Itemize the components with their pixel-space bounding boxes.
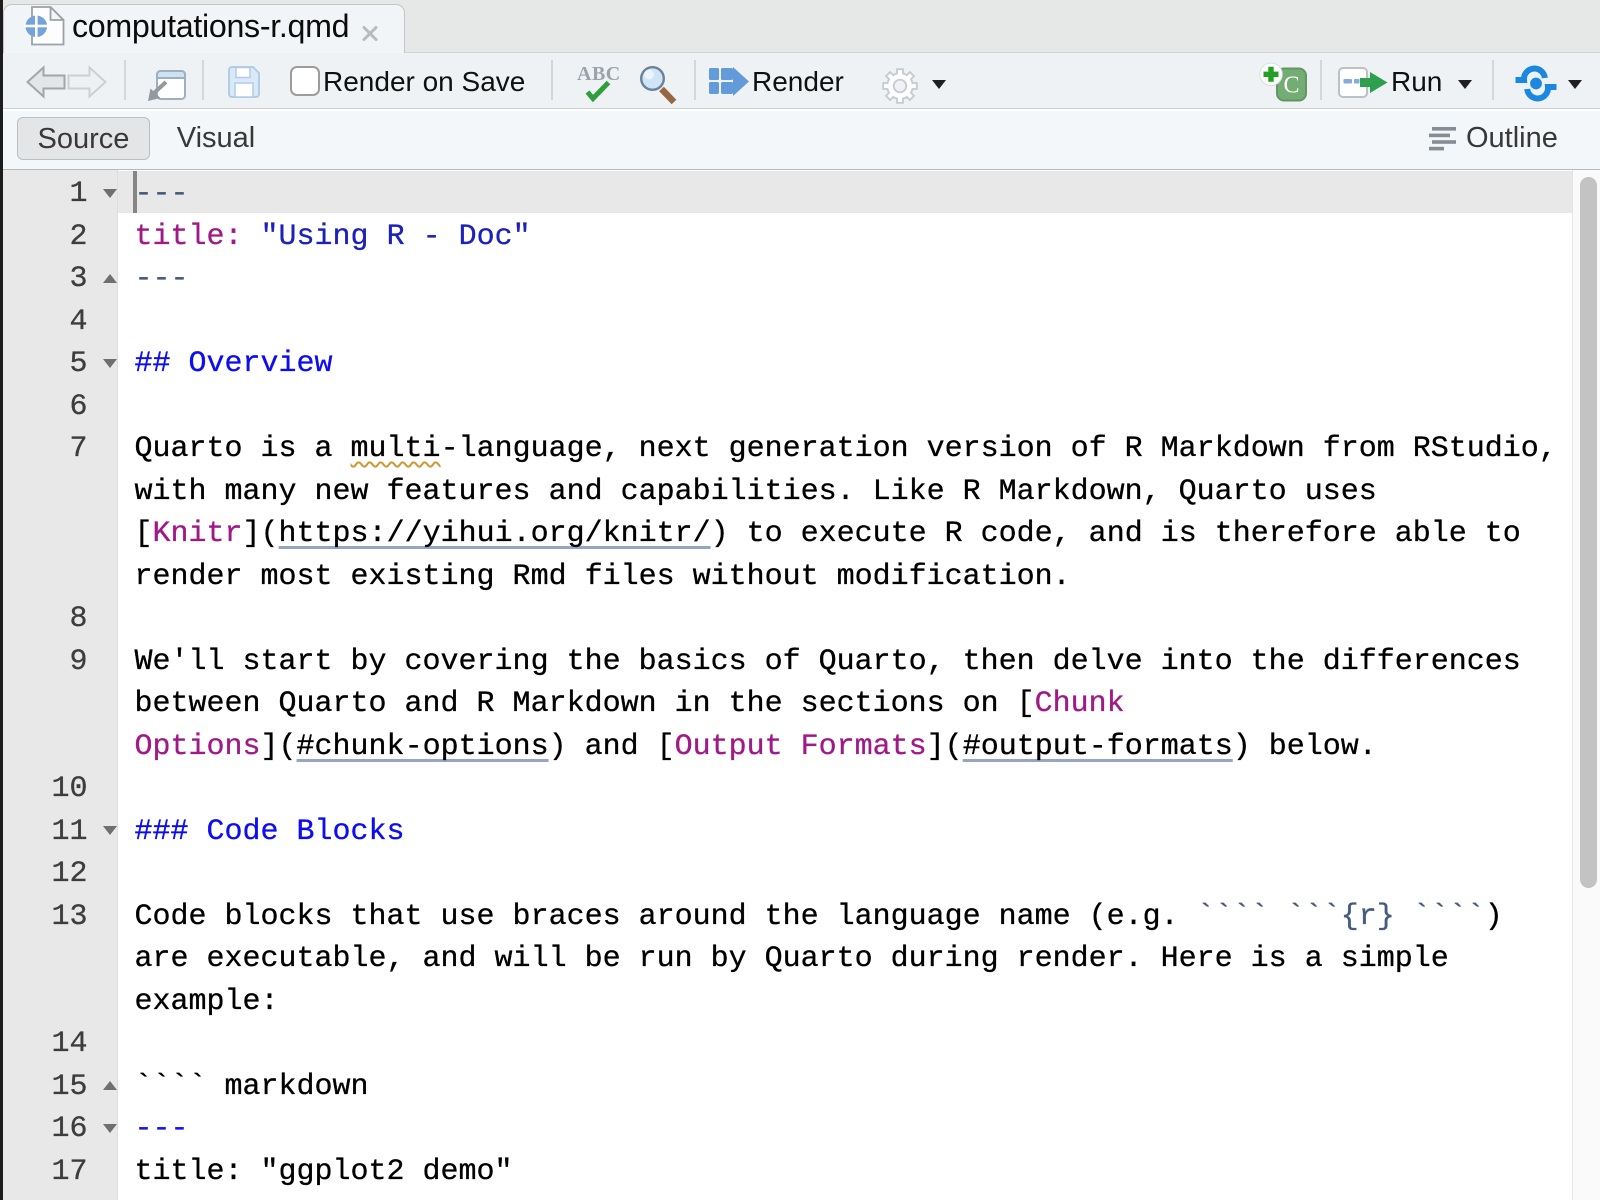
svg-text:C: C xyxy=(1283,73,1299,99)
